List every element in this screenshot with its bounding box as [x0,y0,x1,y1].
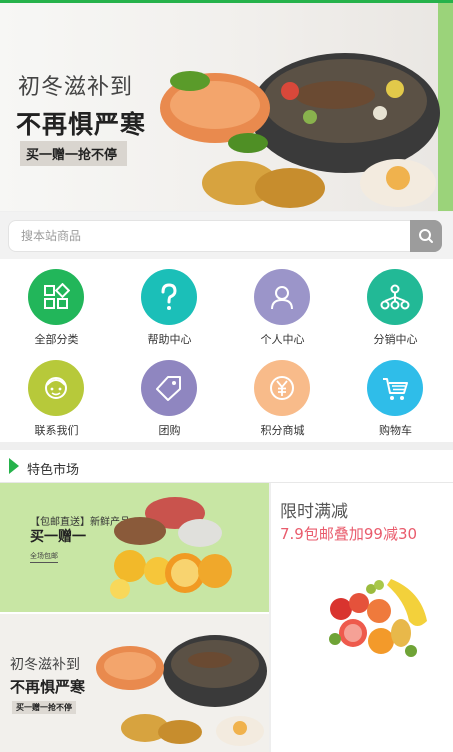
card-title: 买一赠一 [30,529,86,545]
banner-headline-1: 初冬滋补到 [18,75,134,100]
featured-market: 【包邮直送】新鲜产品 买一赠一 全场包邮 初冬滋补到 不再惧严寒 买一赠一抢不停 [0,483,453,752]
market-card-winter[interactable]: 初冬滋补到 不再惧严寒 买一赠一抢不停 [0,614,269,752]
section-separator [0,442,453,450]
market-card-fresh[interactable]: 【包邮直送】新鲜产品 买一赠一 全场包邮 [0,483,269,612]
section-header: 特色市场 [0,450,453,483]
nav-item-distribution-center[interactable]: 分销中心 [339,261,452,351]
fresh-produce-image [110,497,232,599]
card-headline-1: 初冬滋补到 [10,657,80,673]
nav-label: 个人中心 [260,333,305,346]
share-network-icon [367,269,423,325]
nav-item-contact-us[interactable]: 联系我们 [0,352,113,442]
nav-item-cart[interactable]: 购物车 [339,352,452,442]
fruit-basket-image [329,579,427,657]
card-tagline: 买一赠一抢不停 [12,701,76,714]
cart-icon [367,360,423,416]
contact-face-icon [28,360,84,416]
nav-item-personal-center[interactable]: 个人中心 [226,261,339,351]
yen-coin-icon [254,360,310,416]
question-icon [141,269,197,325]
winter-food-image [96,635,267,746]
nav-label: 联系我们 [34,424,79,437]
search-input[interactable] [15,221,411,251]
page: 初冬滋补到 不再惧严寒 买一赠一抢不停 搜本站商品 全部分类 帮助中心 个人中心… [0,0,453,752]
user-icon [254,269,310,325]
category-grid-icon [28,269,84,325]
hero-banner[interactable]: 初冬滋补到 不再惧严寒 买一赠一抢不停 [0,3,453,211]
tag-icon [141,360,197,416]
banner-food-image [160,53,440,208]
search-box [8,220,442,252]
banner-tagline: 买一赠一抢不停 [20,141,128,166]
card-note: 全场包邮 [30,551,58,563]
search-icon [419,229,433,243]
nav-label: 团购 [158,424,181,437]
search-bar [0,212,453,259]
nav-item-points-mall[interactable]: 积分商城 [226,352,339,442]
banner-edge-bar [438,3,453,211]
promo-title: 限时满减 [280,502,348,522]
nav-item-group-buy[interactable]: 团购 [113,352,226,442]
nav-label: 帮助中心 [147,333,192,346]
nav-grid: 全部分类 帮助中心 个人中心 分销中心 联系我们 团购 积分商城 购物车 [0,259,453,442]
section-title: 特色市场 [27,463,80,478]
nav-item-help-center[interactable]: 帮助中心 [113,261,226,351]
search-button[interactable] [410,220,442,252]
card-headline-2: 不再惧严寒 [10,678,86,696]
nav-label: 全部分类 [34,333,79,346]
banner-headline-2: 不再惧严寒 [16,110,147,139]
nav-item-all-categories[interactable]: 全部分类 [0,261,113,351]
promo-panel[interactable]: 限时满减 7.9包邮叠加99减30 [271,483,453,752]
section-marker-icon [9,458,19,474]
nav-label: 分销中心 [373,333,418,346]
nav-label: 积分商城 [260,424,305,437]
promo-subtitle: 7.9包邮叠加99减30 [280,525,418,543]
nav-label: 购物车 [379,424,412,437]
